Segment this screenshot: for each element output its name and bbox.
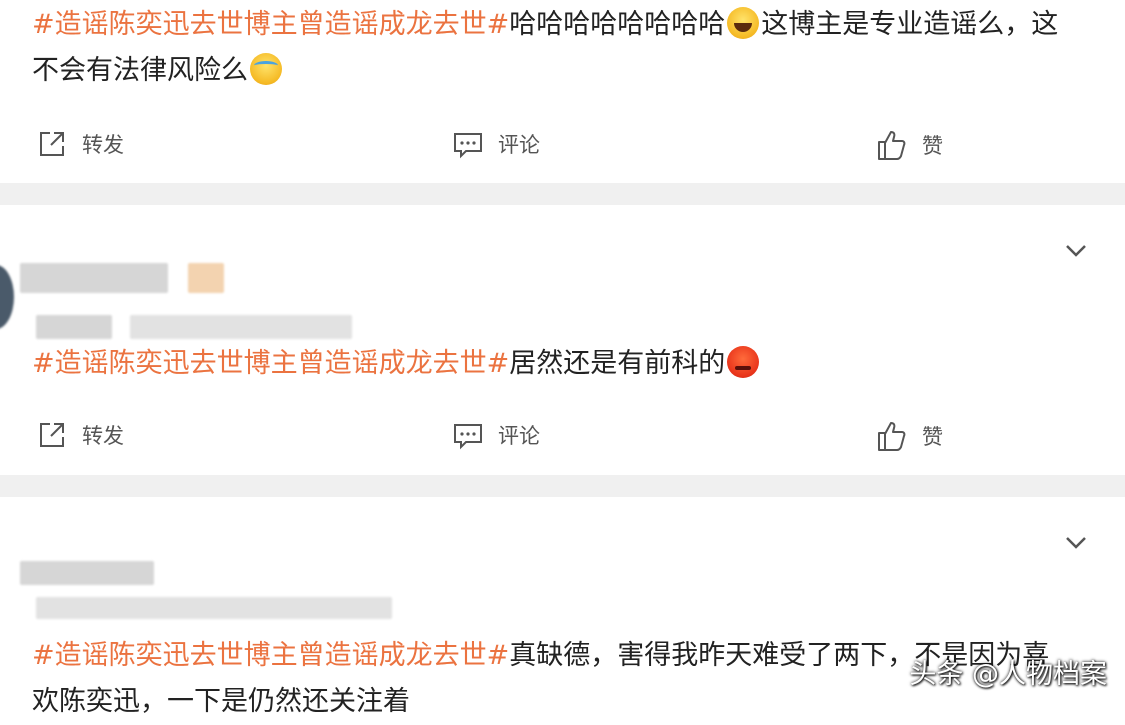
comment-label: 评论 bbox=[498, 133, 540, 157]
like-button[interactable]: 赞 bbox=[876, 128, 943, 162]
meta-blurred bbox=[36, 597, 392, 619]
meta-blurred bbox=[36, 315, 112, 339]
badge-blurred bbox=[188, 263, 224, 293]
topic-link[interactable]: #造谣陈奕迅去世博主曾造谣成龙去世# bbox=[32, 9, 509, 40]
laughing-tears-emoji-icon bbox=[727, 7, 760, 39]
repost-button[interactable]: 转发 bbox=[36, 419, 124, 451]
chevron-down-icon[interactable] bbox=[1063, 529, 1089, 555]
repost-icon bbox=[40, 423, 64, 447]
topic-link[interactable]: #造谣陈奕迅去世博主曾造谣成龙去世# bbox=[32, 640, 509, 671]
comment-icon bbox=[454, 133, 482, 159]
post-separator bbox=[0, 183, 1125, 205]
watermark: 头条 @人物档案 bbox=[909, 659, 1107, 690]
repost-label: 转发 bbox=[82, 424, 124, 448]
thumbs-up-icon bbox=[878, 422, 906, 451]
chevron-down-icon[interactable] bbox=[1063, 237, 1089, 263]
username-blurred[interactable] bbox=[20, 561, 154, 585]
post-separator bbox=[0, 475, 1125, 497]
post-card-2: #造谣陈奕迅去世博主曾造谣成龙去世#居然还是有前科的 转发 评论 赞 bbox=[0, 205, 1125, 475]
angry-emoji-icon bbox=[727, 346, 760, 378]
post-text: #造谣陈奕迅去世博主曾造谣成龙去世#哈哈哈哈哈哈哈哈 这博主是专业造谣么，这 不会… bbox=[32, 2, 1085, 94]
like-button[interactable]: 赞 bbox=[876, 419, 943, 453]
avatar[interactable] bbox=[0, 265, 14, 329]
topic-link[interactable]: #造谣陈奕迅去世博主曾造谣成龙去世# bbox=[32, 348, 509, 379]
repost-button[interactable]: 转发 bbox=[36, 128, 124, 160]
post-content: 这博主是专业造谣么，这 bbox=[761, 9, 1059, 40]
crying-emoji-icon bbox=[250, 53, 282, 85]
post-content: 欢陈奕迅，一下是仍然还关注着 bbox=[32, 686, 410, 717]
post-content: 哈哈哈哈哈哈哈哈 bbox=[509, 9, 726, 40]
repost-icon bbox=[40, 132, 64, 156]
post-content: 不会有法律风险么 bbox=[32, 55, 248, 86]
thumbs-up-icon bbox=[878, 131, 906, 160]
comment-button[interactable]: 评论 bbox=[452, 128, 540, 160]
like-label: 赞 bbox=[922, 425, 943, 449]
post-content: 居然还是有前科的 bbox=[509, 348, 726, 379]
comment-label: 评论 bbox=[498, 424, 540, 448]
repost-label: 转发 bbox=[82, 133, 124, 157]
meta-blurred bbox=[130, 315, 352, 339]
like-label: 赞 bbox=[922, 134, 943, 158]
username-blurred[interactable] bbox=[20, 263, 168, 293]
comment-button[interactable]: 评论 bbox=[452, 419, 540, 451]
comment-icon bbox=[454, 424, 482, 450]
post-card-1: #造谣陈奕迅去世博主曾造谣成龙去世#哈哈哈哈哈哈哈哈 这博主是专业造谣么，这 不会… bbox=[0, 0, 1125, 183]
post-text: #造谣陈奕迅去世博主曾造谣成龙去世#居然还是有前科的 bbox=[32, 341, 1085, 387]
